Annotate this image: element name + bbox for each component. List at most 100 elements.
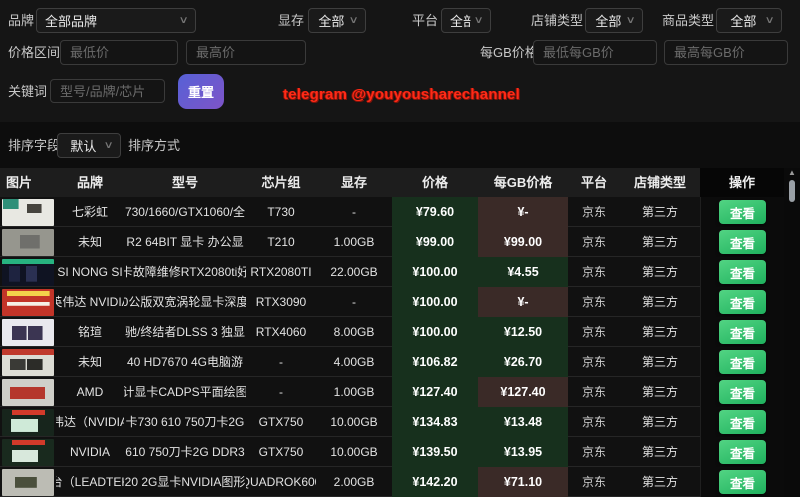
image-cell: [0, 377, 56, 407]
platform-cell: 京东: [568, 347, 620, 377]
chipset-cell: GTX750: [246, 437, 316, 467]
vram-select[interactable]: 全部 ∨: [308, 8, 366, 33]
keyword-label: 关键词: [8, 79, 47, 104]
brand-select-value: 全部品牌: [45, 11, 176, 30]
model-cell: 20 2G显卡NVIDIA图形: [124, 467, 246, 497]
keyword-input[interactable]: [50, 79, 165, 103]
store-type-select[interactable]: 全部 ∨: [585, 8, 643, 33]
product-thumbnail[interactable]: [2, 259, 54, 286]
image-cell: [0, 197, 56, 227]
table-header: 图片 品牌 型号 芯片组 显存 价格 每GB价格 平台 店铺类型 操作: [0, 168, 784, 197]
brand-cell: 英伟达（NVIDIA）: [56, 407, 124, 437]
per-gb-min-input[interactable]: [533, 40, 657, 65]
header-model[interactable]: 型号: [124, 168, 246, 197]
store-type-cell: 第三方: [620, 287, 700, 317]
store-type-cell: 第三方: [620, 347, 700, 377]
product-thumbnail[interactable]: [2, 289, 54, 316]
header-price[interactable]: 价格: [392, 168, 478, 197]
store-type-cell: 第三方: [620, 467, 700, 497]
view-button[interactable]: 查看: [719, 380, 766, 404]
vram-cell: 10.00GB: [316, 407, 392, 437]
product-thumbnail[interactable]: [2, 349, 54, 376]
price-max-input[interactable]: [186, 40, 306, 65]
table-row: 未知 R2 64BIT 显卡 办公显 T210 1.00GB ¥99.00 ¥9…: [0, 227, 784, 257]
brand-cell: SI NONG SI: [56, 257, 124, 287]
product-type-select[interactable]: 全部 ∨: [716, 8, 782, 33]
product-thumbnail[interactable]: [2, 379, 54, 406]
header-vram[interactable]: 显存: [316, 168, 392, 197]
chevron-down-icon: ∨: [764, 15, 774, 26]
filter-panel: 品牌 全部品牌 ∨ 显存 全部 ∨ 平台 全部 ∨ 店铺类型 全部 ∨ 商品类型…: [0, 0, 800, 122]
product-type-select-value: 全部: [725, 11, 762, 30]
scroll-up-icon[interactable]: ▲: [784, 168, 800, 178]
vram-cell: 8.00GB: [316, 317, 392, 347]
view-button[interactable]: 查看: [719, 440, 766, 464]
table-scrollbar[interactable]: ▲: [784, 168, 800, 497]
reset-button[interactable]: 重置: [178, 74, 224, 109]
view-button[interactable]: 查看: [719, 200, 766, 224]
vram-cell: 4.00GB: [316, 347, 392, 377]
product-thumbnail[interactable]: [2, 439, 54, 466]
scrollbar-thumb[interactable]: [789, 180, 795, 202]
chipset-cell: -: [246, 347, 316, 377]
brand-cell: NVIDIA: [56, 437, 124, 467]
header-per-gb-price[interactable]: 每GB价格: [478, 168, 568, 197]
platform-cell: 京东: [568, 467, 620, 497]
image-cell: [0, 317, 56, 347]
table-row: NVIDIA 610 750刀卡2G DDR3 GTX750 10.00GB ¥…: [0, 437, 784, 467]
chipset-cell: QUADROK600: [246, 467, 316, 497]
image-cell: [0, 257, 56, 287]
action-cell: 查看: [700, 287, 784, 317]
price-min-input[interactable]: [60, 40, 178, 65]
platform-cell: 京东: [568, 287, 620, 317]
view-button[interactable]: 查看: [719, 290, 766, 314]
view-button[interactable]: 查看: [719, 410, 766, 434]
brand-label: 品牌: [8, 8, 34, 33]
brand-cell: 丽台（LEADTEK）: [56, 467, 124, 497]
price-cell: ¥100.00: [392, 287, 478, 317]
product-type-label: 商品类型: [662, 8, 714, 33]
header-platform[interactable]: 平台: [568, 168, 620, 197]
view-button[interactable]: 查看: [719, 350, 766, 374]
image-cell: [0, 227, 56, 257]
per-gb-cell: ¥4.55: [478, 257, 568, 287]
model-cell: R2 64BIT 显卡 办公显: [124, 227, 246, 257]
view-button[interactable]: 查看: [719, 260, 766, 284]
price-cell: ¥106.82: [392, 347, 478, 377]
brand-select[interactable]: 全部品牌 ∨: [36, 8, 196, 33]
view-button[interactable]: 查看: [719, 320, 766, 344]
per-gb-price-label: 每GB价格: [480, 40, 538, 65]
view-button[interactable]: 查看: [719, 230, 766, 254]
product-thumbnail[interactable]: [2, 229, 54, 256]
chevron-down-icon: ∨: [178, 15, 188, 26]
product-thumbnail[interactable]: [2, 319, 54, 346]
chipset-cell: T210: [246, 227, 316, 257]
platform-select[interactable]: 全部 ∨: [441, 8, 491, 33]
action-cell: 查看: [700, 347, 784, 377]
view-button[interactable]: 查看: [719, 470, 766, 494]
brand-cell: 英伟达 NVIDIA: [56, 287, 124, 317]
model-cell: 卡730 610 750刀卡2G: [124, 407, 246, 437]
vram-cell: -: [316, 287, 392, 317]
product-thumbnail[interactable]: [2, 409, 54, 436]
chipset-cell: GTX750: [246, 407, 316, 437]
header-chipset[interactable]: 芯片组: [246, 168, 316, 197]
product-thumbnail[interactable]: [2, 199, 54, 226]
action-cell: 查看: [700, 467, 784, 497]
table-row: 英伟达（NVIDIA） 卡730 610 750刀卡2G GTX750 10.0…: [0, 407, 784, 437]
gpu-price-app: 品牌 全部品牌 ∨ 显存 全部 ∨ 平台 全部 ∨ 店铺类型 全部 ∨ 商品类型…: [0, 0, 800, 497]
sort-field-label: 排序字段: [8, 133, 60, 158]
header-brand[interactable]: 品牌: [56, 168, 124, 197]
header-action: 操作: [700, 168, 784, 197]
sort-field-select[interactable]: 默认 ∨: [57, 133, 121, 158]
header-store-type[interactable]: 店铺类型: [620, 168, 700, 197]
vram-cell: 22.00GB: [316, 257, 392, 287]
store-type-cell: 第三方: [620, 437, 700, 467]
product-thumbnail[interactable]: [2, 469, 54, 496]
store-type-cell: 第三方: [620, 407, 700, 437]
model-cell: 0公版双宽涡轮显卡深度: [124, 287, 246, 317]
price-cell: ¥100.00: [392, 317, 478, 347]
platform-cell: 京东: [568, 317, 620, 347]
per-gb-max-input[interactable]: [664, 40, 788, 65]
vram-cell: 1.00GB: [316, 377, 392, 407]
